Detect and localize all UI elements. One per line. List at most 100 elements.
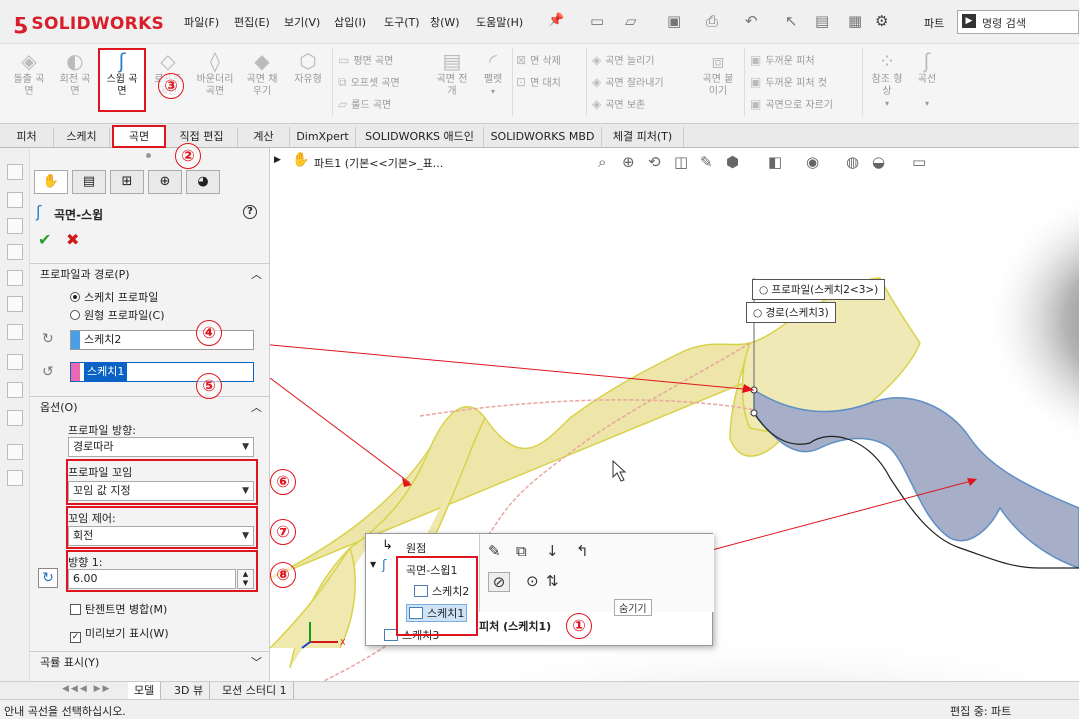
move-icon[interactable]: ⇅ (546, 572, 559, 590)
property-manager-tab-icon[interactable]: ▤ (72, 170, 106, 194)
save-icon[interactable]: ▣ (667, 12, 681, 30)
tool-icon[interactable] (7, 382, 23, 398)
select-arrow-icon[interactable]: ↖ (785, 12, 798, 30)
pin-icon[interactable]: 📌 (548, 13, 564, 28)
tab-direct-editing[interactable]: 직접 편집 (166, 127, 238, 147)
tool-icon[interactable] (7, 410, 23, 426)
section-options[interactable]: 옵션(O) ︿ (30, 396, 269, 418)
tool-icon[interactable] (7, 192, 23, 208)
cut-with-surface-button[interactable]: ▣ 곡면으로 자르기 (750, 96, 833, 111)
extruded-surface-button[interactable]: ◈ 돌출 곡면 (8, 50, 50, 98)
dynamic-annotation-icon[interactable]: ✎ (700, 153, 713, 171)
menu-insert[interactable]: 삽입(I) (334, 14, 366, 30)
menu-tools[interactable]: 도구(T) (384, 14, 420, 30)
tab-solidworks-addins[interactable]: SOLIDWORKS 애드인 (356, 127, 484, 147)
tool-icon[interactable] (7, 296, 23, 312)
suppress-icon[interactable]: ⊙ (526, 572, 539, 590)
tool-icon[interactable] (7, 354, 23, 370)
tab-solidworks-mbd[interactable]: SOLIDWORKS MBD (484, 127, 602, 147)
thicken-button[interactable]: ▣ 두꺼운 피처 (750, 52, 815, 67)
gear-icon[interactable]: ⚙ (875, 12, 888, 30)
cancel-button[interactable]: ✖ (66, 230, 79, 249)
configuration-manager-tab-icon[interactable]: ⊞ (110, 170, 144, 194)
filled-surface-button[interactable]: ◆ 곡면 채 우기 (242, 50, 282, 98)
print-icon[interactable]: ⎙ (706, 12, 718, 30)
tool-icon[interactable] (7, 164, 23, 180)
merge-tangent-faces-checkbox[interactable]: 탄젠트면 병합(M) (70, 601, 167, 617)
view-settings-icon[interactable]: ▭ (912, 153, 926, 171)
feature-tree-root[interactable]: 파트1 (기본<<기본>_표... (314, 155, 443, 171)
edit-sketch-icon[interactable]: ⧉ (516, 542, 527, 560)
extend-surface-button[interactable]: ◈ 곡면 늘리기 (592, 52, 654, 67)
hide-eye-icon[interactable]: ⊘ (488, 572, 510, 592)
planar-surface-button[interactable]: ▭ 평면 곡면 (338, 52, 393, 67)
untrim-surface-button[interactable]: ◈ 곡면 보존 (592, 96, 645, 111)
tab-dimxpert[interactable]: DimXpert (290, 127, 356, 147)
tab-model[interactable]: 모델 (128, 682, 162, 700)
file-properties-icon[interactable]: ▦ (848, 12, 862, 30)
rollback-icon[interactable]: ↰ (576, 542, 589, 560)
tool-icon[interactable] (7, 270, 23, 286)
section-curvature-display[interactable]: 곡률 표시(Y) ﹀ (30, 651, 269, 673)
tree-item-origin[interactable]: 원점 (406, 540, 426, 556)
menu-window[interactable]: 창(W) (430, 14, 460, 30)
feature-manager-tab-icon[interactable]: ✋ (34, 170, 68, 194)
normal-to-icon[interactable]: ↓ (546, 542, 559, 560)
apply-scene-icon[interactable]: ◒ (872, 153, 885, 171)
help-icon[interactable]: ? (243, 205, 257, 219)
edit-feature-icon[interactable]: ✎ (488, 542, 501, 560)
show-preview-checkbox[interactable]: ✓ 미리보기 표시(W) (70, 625, 169, 643)
radio-circular-profile[interactable]: 원형 프로파일(C) (70, 307, 164, 323)
rebuild-icon[interactable]: ▤ (815, 12, 829, 30)
command-search-input[interactable]: ▶ 명령 검색 (957, 10, 1079, 34)
revolved-surface-button[interactable]: ◐ 회전 곡면 (54, 50, 96, 98)
edit-appearance-icon[interactable]: ◍ (846, 153, 859, 171)
offset-surface-button[interactable]: ⧉ 오프셋 곡면 (338, 74, 400, 90)
delete-face-button[interactable]: ⊠ 면 삭제 (516, 52, 561, 67)
ruled-surface-button[interactable]: ▱ 룰드 곡면 (338, 96, 391, 111)
zoom-to-fit-icon[interactable]: ⌕ (598, 153, 606, 171)
display-manager-tab-icon[interactable]: ◕ (186, 170, 220, 194)
tool-icon[interactable] (7, 444, 23, 460)
tab-scroll-icons[interactable]: ◀◀◀ ▶▶ (62, 684, 111, 694)
curves-button[interactable]: ʃ 곡선 ▾ (912, 50, 942, 110)
profile-selection-box[interactable]: 스케치2 (70, 330, 254, 350)
section-profile-and-path[interactable]: 프로파일과 경로(P) ︿ (30, 263, 269, 285)
menu-view[interactable]: 보기(V) (284, 14, 320, 30)
open-folder-icon[interactable]: ▱ (625, 12, 637, 30)
panel-grip[interactable] (146, 153, 151, 158)
hide-show-items-icon[interactable]: ◉ (806, 153, 819, 171)
tab-evaluate[interactable]: 계산 (238, 127, 290, 147)
reverse-direction-icon[interactable]: ↻ (38, 568, 58, 588)
tool-icon[interactable] (7, 244, 23, 260)
solidworks-logo[interactable]: ƽ SOLIDWORKS (14, 10, 164, 40)
trim-surface-button[interactable]: ◈ 곡면 잘라내기 (592, 74, 664, 89)
previous-view-icon[interactable]: ⟲ (648, 153, 661, 171)
tab-surfaces[interactable]: 곡면 (112, 125, 166, 148)
swept-surface-button[interactable]: ʃ 스윕 곡면 (98, 48, 146, 112)
boundary-surface-button[interactable]: ◊ 바운더리 곡면 (192, 50, 238, 98)
tab-sketch[interactable]: 스케치 (54, 127, 110, 147)
freeform-button[interactable]: ⬡ 자유형 (288, 50, 328, 86)
tree-collapse-icon[interactable]: ▼ (370, 560, 376, 569)
menu-file[interactable]: 파일(F) (184, 14, 219, 30)
tree-expand-icon[interactable]: ▶ (274, 155, 281, 165)
section-view-icon[interactable]: ◫ (674, 153, 688, 171)
profile-orientation-dropdown[interactable]: 경로따라 ▼ (68, 437, 254, 457)
tool-icon[interactable] (7, 324, 23, 340)
replace-face-button[interactable]: ⊡ 면 대치 (516, 74, 561, 89)
reference-geometry-button[interactable]: ⁘ 참조 형 상 ▾ (866, 50, 908, 110)
fillet-button[interactable]: ◜ 펠렛 ▾ (476, 50, 510, 98)
path-selection-box[interactable]: 스케치1 (70, 362, 254, 382)
tab-fastening-features[interactable]: 체결 피처(T) (602, 127, 684, 147)
tab-motion-study[interactable]: 모션 스터디 1 (216, 682, 294, 700)
view-orientation-icon[interactable]: ⬢ (726, 153, 739, 171)
thickened-cut-button[interactable]: ▣ 두꺼운 피처 컷 (750, 74, 827, 89)
tool-icon[interactable] (7, 218, 23, 234)
tab-features[interactable]: 피처 (0, 127, 54, 147)
display-style-icon[interactable]: ◧ (768, 153, 782, 171)
profile-callout[interactable]: ○ 프로파일(스케치2<3>) (752, 279, 886, 300)
tool-icon[interactable] (7, 470, 23, 486)
ok-button[interactable]: ✔ (38, 230, 51, 249)
knit-surface-button[interactable]: ⧈ 곡면 붙 이기 (696, 50, 740, 98)
